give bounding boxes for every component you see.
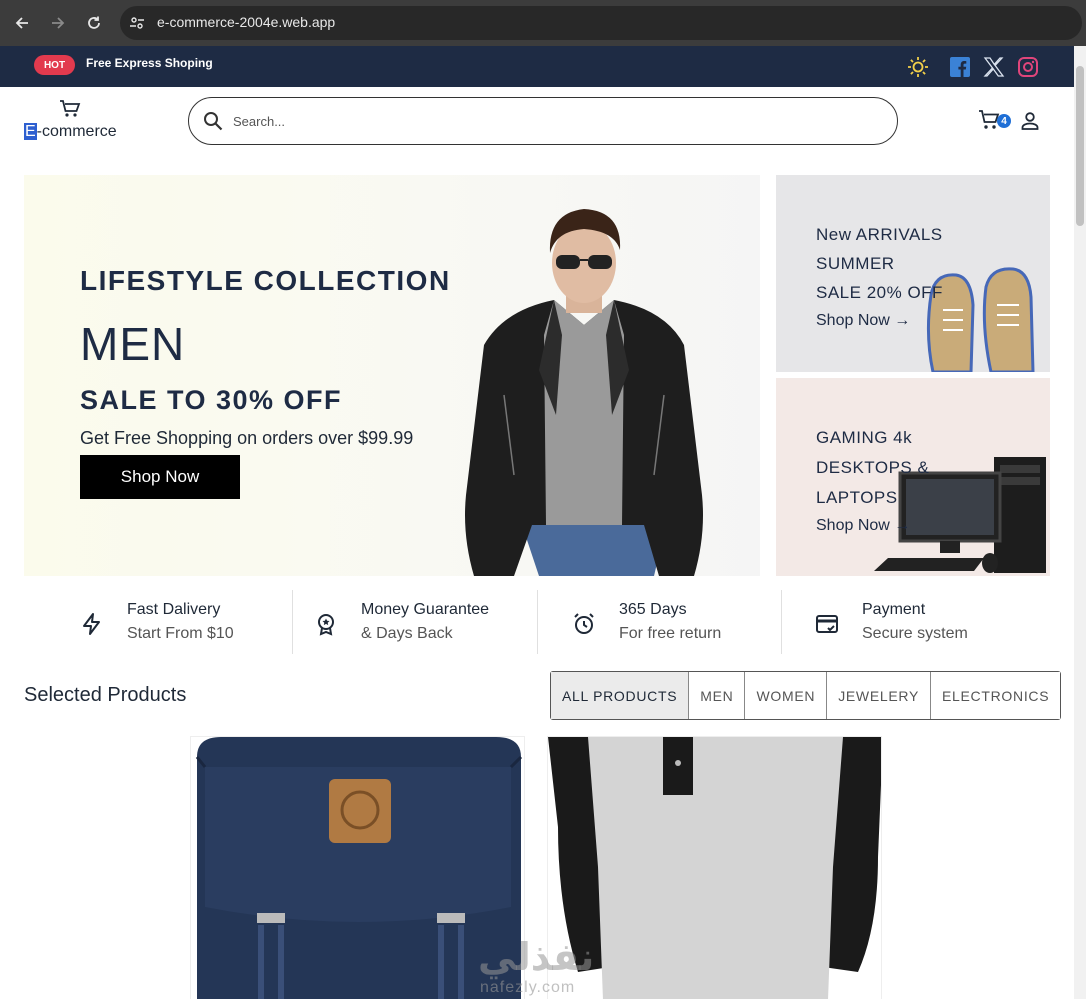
card-icon — [816, 615, 838, 633]
search-icon[interactable] — [203, 111, 223, 136]
promo-summer-line-3: SALE 20% OFF — [816, 283, 943, 302]
logo-text: E-commerce — [24, 123, 117, 141]
filter-women[interactable]: WOMEN — [744, 672, 827, 719]
filter-all-products[interactable]: ALL PRODUCTS — [551, 672, 689, 719]
watermark-arabic: نفذلي — [478, 937, 595, 979]
cart-button[interactable]: 4 — [978, 109, 1012, 135]
product-filter-group: ALL PRODUCTS MEN WOMEN JEWELERY ELECTRON… — [550, 671, 1062, 720]
promo-gaming-line-3: LAPTOPS — [816, 488, 898, 507]
filter-electronics[interactable]: ELECTRONICS — [930, 672, 1061, 719]
nafezly-watermark: نفذلي nafezly.com — [478, 935, 618, 999]
promo-summer-line-1: New ARRIVALS — [816, 225, 943, 244]
hot-badge: HOT — [34, 55, 75, 75]
page-scrollbar[interactable] — [1074, 46, 1086, 999]
x-icon[interactable] — [983, 56, 1005, 78]
promo-gaming-line-1: GAMING 4k — [816, 428, 913, 447]
watermark-latin: nafezly.com — [480, 979, 576, 996]
filter-men[interactable]: MEN — [688, 672, 745, 719]
hero-sale: SALE TO 30% OFF — [80, 385, 343, 415]
backpack-image — [191, 737, 524, 999]
feature-title: Fast Dalivery — [127, 601, 221, 618]
promo-card-gaming[interactable]: GAMING 4k DESKTOPS & LAPTOPS Shop Now → — [776, 378, 1050, 576]
forward-icon[interactable] — [47, 12, 69, 34]
logo-word: -commerce — [36, 123, 117, 140]
feature-subtitle: Secure system — [862, 625, 968, 642]
logo-initial: E — [24, 123, 37, 140]
hero-title: MEN — [80, 318, 186, 370]
alarm-icon — [574, 613, 594, 634]
site-logo[interactable]: E-commerce — [24, 97, 124, 147]
sun-icon[interactable] — [907, 56, 929, 78]
site-settings-icon[interactable] — [127, 13, 147, 33]
feature-title: Money Guarantee — [361, 601, 490, 618]
feature-subtitle: & Days Back — [361, 625, 453, 642]
hero-kicker: LIFESTYLE COLLECTION — [80, 265, 451, 296]
instagram-icon[interactable] — [1017, 56, 1039, 78]
browser-toolbar: e-commerce-2004e.web.app — [0, 0, 1086, 46]
award-icon — [318, 614, 334, 636]
promo-text: Free Express Shoping — [86, 56, 213, 70]
product-card[interactable] — [190, 736, 525, 999]
promo-summer-shop-link[interactable]: Shop Now → — [816, 312, 910, 330]
feature-divider — [781, 590, 782, 654]
lightning-icon — [83, 613, 100, 635]
feature-divider — [292, 590, 293, 654]
filter-jewelery[interactable]: JEWELERY — [826, 672, 930, 719]
hero-model-image — [465, 209, 703, 576]
url-text[interactable]: e-commerce-2004e.web.app — [157, 14, 335, 30]
facebook-icon[interactable] — [949, 56, 971, 78]
hero-subtitle: Get Free Shopping on orders over $99.99 — [80, 428, 414, 448]
feature-subtitle: Start From $10 — [127, 625, 234, 642]
promo-card-summer[interactable]: New ARRIVALS SUMMER SALE 20% OFF Shop No… — [776, 175, 1050, 372]
hero-banner: LIFESTYLE COLLECTION MEN SALE TO 30% OFF… — [24, 175, 760, 576]
feature-title: 365 Days — [619, 601, 687, 618]
promo-summer-line-2: SUMMER — [816, 254, 895, 273]
features-row: Fast Dalivery Start From $10 Money Guara… — [24, 590, 1050, 654]
section-title: Selected Products — [24, 684, 187, 706]
reload-icon[interactable] — [83, 12, 105, 34]
user-icon[interactable] — [1020, 111, 1040, 131]
feature-subtitle: For free return — [619, 625, 722, 642]
search-input[interactable] — [233, 110, 873, 132]
feature-title: Payment — [862, 601, 926, 618]
scrollbar-thumb[interactable] — [1076, 66, 1084, 226]
promo-gaming-line-2: DESKTOPS & — [816, 458, 930, 477]
search-bar[interactable] — [188, 97, 898, 145]
cart-count-badge: 4 — [997, 114, 1011, 128]
logo-cart-icon — [59, 99, 81, 124]
back-icon[interactable] — [11, 12, 33, 34]
shoes-image — [926, 267, 1035, 372]
promo-gaming-shop-link[interactable]: Shop Now → — [816, 517, 910, 535]
hero-shop-now-button[interactable]: Shop Now — [80, 455, 240, 499]
top-announcement-bar: HOT Free Express Shoping — [0, 46, 1074, 87]
feature-divider — [537, 590, 538, 654]
